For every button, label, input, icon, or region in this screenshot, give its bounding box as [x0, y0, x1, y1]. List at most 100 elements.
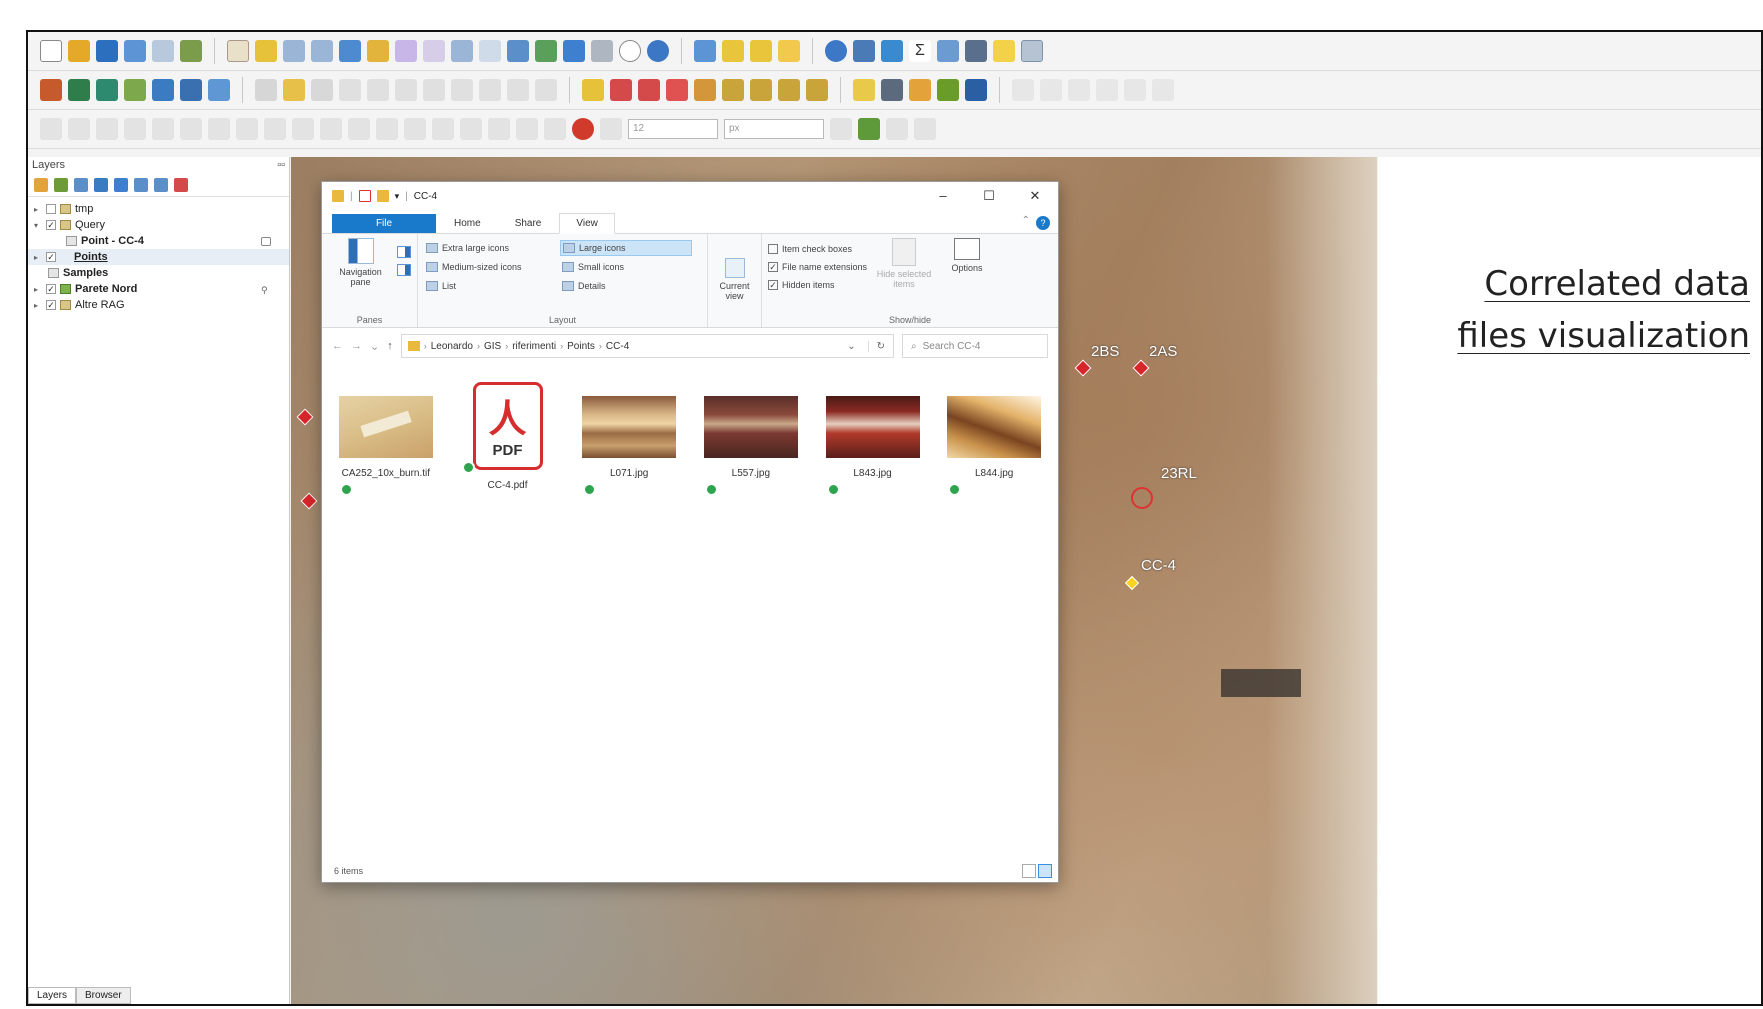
zoom-selection-icon[interactable] — [367, 40, 389, 62]
delete-selected-icon[interactable] — [395, 79, 417, 101]
add-mesh-layer-icon[interactable] — [124, 79, 146, 101]
save-as-icon[interactable] — [124, 40, 146, 62]
measure-icon[interactable] — [937, 40, 959, 62]
attribute-table-icon[interactable] — [853, 40, 875, 62]
paste-features-icon[interactable] — [479, 79, 501, 101]
map-point-marker-2as[interactable] — [1132, 359, 1150, 377]
open-project-icon[interactable] — [68, 40, 90, 62]
help-icon[interactable]: ? — [1036, 216, 1050, 230]
shape-tool-2-icon[interactable] — [68, 118, 90, 140]
file-name-extensions-toggle[interactable]: ✓ File name extensions — [768, 258, 867, 276]
search-input[interactable]: ⌕ Search CC-4 — [902, 334, 1048, 358]
checkbox[interactable] — [768, 244, 778, 254]
back-icon[interactable]: ← — [332, 340, 343, 352]
layer-checkbox[interactable] — [46, 204, 56, 214]
label-properties-icon[interactable] — [750, 79, 772, 101]
tab-home[interactable]: Home — [438, 214, 497, 233]
map-tips-icon[interactable] — [1021, 40, 1043, 62]
customize-toolbar-icon[interactable]: ▾ — [395, 191, 400, 202]
change-label-icon[interactable] — [722, 79, 744, 101]
text-annotation-icon[interactable] — [993, 40, 1015, 62]
shape-tool-16-icon[interactable] — [460, 118, 482, 140]
expand-icon[interactable]: ▸ — [34, 253, 42, 262]
toggle-editing-icon[interactable] — [283, 79, 305, 101]
layout-option-list[interactable]: List — [424, 278, 556, 294]
checkbox[interactable]: ✓ — [768, 262, 778, 272]
shape-tool-12-icon[interactable] — [348, 118, 370, 140]
zoom-in-icon[interactable] — [283, 40, 305, 62]
layer-item-altre-rag[interactable]: ▸ ✓ Altre RAG — [28, 297, 289, 313]
add-spatialite-icon[interactable] — [208, 79, 230, 101]
shape-tool-11-icon[interactable] — [320, 118, 342, 140]
collapse-ribbon-icon[interactable]: ⌃ — [1022, 215, 1030, 226]
current-view-button[interactable]: Current view — [714, 238, 755, 301]
toolbox-icon[interactable] — [965, 79, 987, 101]
item-check-boxes-toggle[interactable]: Item check boxes — [768, 240, 867, 258]
data-source-manager-icon[interactable] — [40, 79, 62, 101]
cut-features-icon[interactable] — [423, 79, 445, 101]
map-selected-marker-cc4[interactable] — [1124, 575, 1140, 591]
add-group-icon[interactable] — [54, 177, 68, 192]
font-size-combo[interactable]: 12 — [628, 119, 718, 139]
navigation-pane-button[interactable]: Navigation pane — [328, 238, 393, 311]
options-button[interactable]: Options — [941, 238, 993, 311]
collapse-all-icon[interactable] — [154, 177, 168, 192]
add-raster-layer-icon[interactable] — [96, 79, 118, 101]
filter-expression-icon[interactable] — [114, 177, 128, 192]
advanced-digitize-5-icon[interactable] — [1124, 79, 1146, 101]
pan-icon[interactable] — [227, 40, 249, 62]
tab-file[interactable]: File — [332, 214, 436, 233]
recent-icon[interactable]: ⌄ — [370, 340, 379, 353]
preview-pane-icon[interactable] — [397, 246, 411, 258]
layer-checkbox[interactable]: ✓ — [46, 284, 56, 294]
layer-item-parete-nord[interactable]: ▸ ✓ Parete Nord ⚲ — [28, 281, 289, 297]
undo-icon[interactable] — [507, 79, 529, 101]
rotate-label-icon[interactable] — [694, 79, 716, 101]
snapping-icon[interactable] — [572, 118, 594, 140]
breadcrumb-cc4[interactable]: CC-4 — [606, 341, 629, 352]
close-icon[interactable]: ✕ — [1012, 188, 1058, 204]
select-features-icon[interactable] — [722, 40, 744, 62]
pin-labels-icon[interactable] — [610, 79, 632, 101]
file-item[interactable]: L844.jpg — [942, 382, 1046, 496]
layer-item-points[interactable]: ▸ ✓ Points — [28, 249, 289, 265]
diagram-tool-icon[interactable] — [778, 79, 800, 101]
address-bar[interactable]: › Leonardo › GIS › riferimenti › Points … — [400, 334, 894, 358]
new-folder-icon[interactable] — [376, 190, 389, 202]
select-value-icon[interactable] — [750, 40, 772, 62]
statistics-icon[interactable]: Σ — [909, 40, 931, 62]
hide-selected-items-button[interactable]: Hide selected items — [873, 238, 935, 311]
move-diagram-icon[interactable] — [806, 79, 828, 101]
breadcrumb-points[interactable]: Points — [567, 341, 595, 352]
open-layer-styling-icon[interactable] — [34, 177, 48, 192]
details-view-icon[interactable] — [1022, 864, 1036, 878]
zoom-full-icon[interactable] — [339, 40, 361, 62]
tab-browser[interactable]: Browser — [76, 987, 131, 1004]
maximize-icon[interactable]: ☐ — [966, 188, 1012, 204]
expand-icon[interactable]: ▸ — [34, 205, 42, 214]
deselect-icon[interactable] — [778, 40, 800, 62]
zoom-last-icon[interactable] — [451, 40, 473, 62]
field-calculator-icon[interactable] — [881, 40, 903, 62]
refresh-icon[interactable]: ↻ — [867, 340, 893, 352]
shape-tool-3-icon[interactable] — [96, 118, 118, 140]
expand-all-icon[interactable] — [134, 177, 148, 192]
large-icons-view-icon[interactable] — [1038, 864, 1052, 878]
manage-visibility-icon[interactable] — [74, 177, 88, 192]
save-project-icon[interactable] — [96, 40, 118, 62]
panel-close-icon[interactable]: ▫▫ — [277, 159, 285, 171]
new-3d-view-icon[interactable] — [535, 40, 557, 62]
new-project-icon[interactable] — [40, 40, 62, 62]
properties-icon[interactable] — [358, 190, 371, 202]
shape-tool-1-icon[interactable] — [40, 118, 62, 140]
zoom-native-icon[interactable] — [423, 40, 445, 62]
layer-item-point-cc4[interactable]: Point - CC-4 — [28, 233, 289, 249]
shape-tool-13-icon[interactable] — [376, 118, 398, 140]
add-delimited-text-icon[interactable] — [152, 79, 174, 101]
file-item[interactable]: CA252_10x_burn.tif — [334, 382, 438, 496]
style-manager-icon[interactable] — [180, 40, 202, 62]
tab-share[interactable]: Share — [499, 214, 558, 233]
file-item[interactable]: 人 PDF CC-4.pdf — [456, 382, 560, 492]
zoom-next-icon[interactable] — [479, 40, 501, 62]
map-point-marker[interactable] — [300, 492, 318, 510]
